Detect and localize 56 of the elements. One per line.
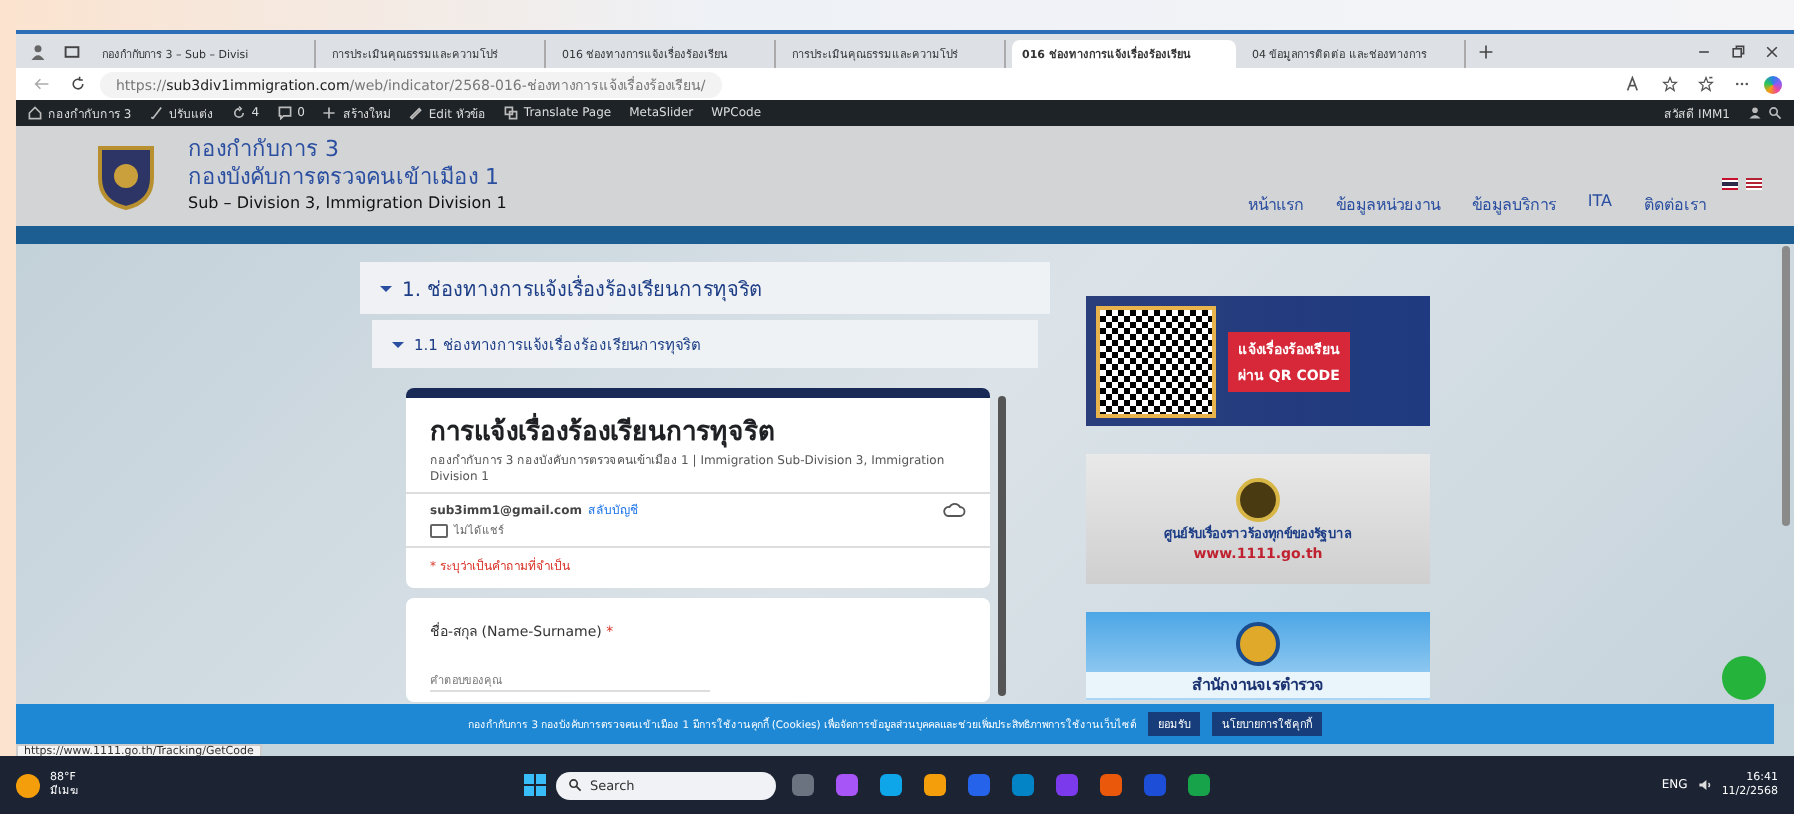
qr-code-icon	[1096, 305, 1216, 417]
restore-icon[interactable]	[1730, 43, 1746, 59]
close-icon[interactable]	[1764, 43, 1780, 59]
seal-icon	[1236, 477, 1280, 521]
reload-icon[interactable]	[70, 76, 86, 92]
police-badge-icon	[96, 140, 156, 212]
refresh-icon[interactable]	[231, 106, 246, 120]
nav-link[interactable]: หน้าแรก	[1247, 192, 1304, 218]
us-flag-icon[interactable]	[1746, 178, 1762, 190]
accordion-header[interactable]: 1. ช่องทางการแจ้งเรื่องร้องเรียนการทุจริต	[360, 262, 1050, 314]
site-title: กองบังคับการตรวจคนเข้าเมือง 1	[188, 164, 501, 192]
nav-link[interactable]: ITA	[1587, 192, 1612, 218]
profile-icon[interactable]	[30, 43, 46, 59]
translate-icon[interactable]	[503, 106, 518, 120]
start-icon[interactable]	[523, 774, 546, 796]
home-icon[interactable]	[28, 106, 42, 120]
favorites-icon[interactable]	[1698, 76, 1714, 92]
plus-icon[interactable]	[322, 106, 337, 120]
star-icon[interactable]	[1662, 76, 1678, 92]
app-icon[interactable]	[835, 774, 858, 796]
form-title: การแจ้งเรื่องร้องเรียนการทุจริต	[430, 410, 966, 452]
site-subtitle: Sub – Division 3, Immigration Division 1	[188, 192, 507, 216]
nav-link[interactable]: ข้อมูลบริการ	[1471, 192, 1556, 218]
app-icon[interactable]	[1187, 774, 1210, 796]
app-icon[interactable]	[923, 774, 946, 796]
scrollbar[interactable]	[1782, 246, 1790, 526]
nav-link[interactable]: ติดต่อเรา	[1644, 192, 1706, 218]
tab-actions-icon[interactable]	[64, 43, 80, 59]
emblem-icon	[1236, 622, 1280, 666]
user-icon[interactable]	[1748, 106, 1762, 120]
brush-icon[interactable]	[149, 106, 164, 120]
weather-icon[interactable]	[16, 773, 40, 797]
caret-icon	[392, 341, 404, 347]
accordion-title: 1. ช่องทางการแจ้งเรื่องร้องเรียนการทุจริต	[402, 273, 762, 303]
read-aloud-icon[interactable]	[1626, 76, 1642, 92]
scrollbar[interactable]	[998, 396, 1006, 696]
not-shared-icon	[430, 523, 448, 537]
copilot-icon[interactable]	[1764, 75, 1782, 93]
comment-icon[interactable]	[277, 106, 292, 120]
thai-flag-icon[interactable]	[1722, 178, 1738, 190]
site-title: กองกำกับการ 3	[188, 136, 341, 164]
new-tab-icon[interactable]	[1478, 43, 1494, 59]
pencil-icon[interactable]	[408, 106, 423, 120]
app-icon[interactable]	[967, 774, 990, 796]
search-icon	[567, 778, 582, 792]
app-icon[interactable]	[1011, 774, 1034, 796]
banner[interactable]: สำนักงานจเรตำรวจ	[1086, 612, 1430, 700]
app-icon[interactable]	[879, 774, 902, 796]
nav-link[interactable]: ข้อมูลหน่วยงาน	[1335, 192, 1440, 218]
banner-text: สำนักงานจเรตำรวจ	[1086, 672, 1430, 698]
search-icon[interactable]	[1768, 106, 1782, 120]
caret-icon	[380, 285, 392, 291]
cloud-icon	[942, 502, 966, 518]
app-icon[interactable]	[791, 774, 814, 796]
speaker-icon[interactable]	[1697, 778, 1712, 792]
app-icon[interactable]	[1099, 774, 1122, 796]
